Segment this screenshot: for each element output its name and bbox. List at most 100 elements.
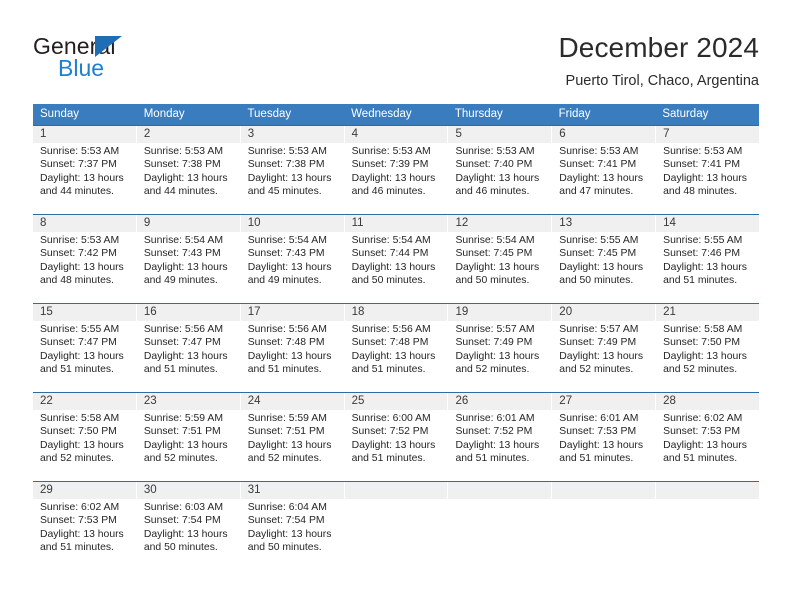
calendar-day-cell[interactable]: 4 Sunrise: 5:53 AM Sunset: 7:39 PM Daylight… [345,126,449,214]
sunrise-time: Sunrise: 6:00 AM [351,413,431,424]
calendar-day-cell[interactable]: 18 Sunrise: 5:56 AM Sunset: 7:48 PM Dayligh… [345,304,449,392]
calendar-day-cell-empty [448,482,553,571]
daylight-duration-line2: and 50 minutes. [455,275,530,287]
sunrise-time: Sunrise: 5:55 AM [663,235,743,246]
sunset-time: Sunset: 7:51 PM [143,426,221,438]
sunset-time: Sunset: 7:48 PM [247,337,325,349]
day-number: 4 [351,128,358,140]
sunrise-time: Sunrise: 5:56 AM [351,324,431,335]
day-number: 12 [455,217,469,229]
day-sun-info: Sunrise: 5:53 AM Sunset: 7:42 PM Daylight:… [40,234,130,288]
calendar-day-cell[interactable]: 8 Sunrise: 5:53 AM Sunset: 7:42 PM Daylight… [33,215,137,303]
day-sun-info: Sunrise: 5:53 AM Sunset: 7:40 PM Daylight:… [455,145,545,199]
sunset-time: Sunset: 7:54 PM [247,515,325,527]
daylight-duration-line1: Daylight: 13 hours [40,528,124,540]
calendar-day-cell-empty [552,482,657,571]
day-sun-info: Sunrise: 5:57 AM Sunset: 7:49 PM Daylight:… [455,323,545,377]
day-number: 2 [143,128,151,140]
calendar-day-cell[interactable]: 19 Sunrise: 5:57 AM Sunset: 7:49 PM Dayligh… [448,304,553,392]
weekday-header-thursday: Thursday [454,108,503,120]
calendar-day-cell[interactable]: 9 Sunrise: 5:54 AM Sunset: 7:43 PM Daylight… [137,215,241,303]
daylight-duration-line1: Daylight: 13 hours [143,528,228,540]
day-sun-info: Sunrise: 5:53 AM Sunset: 7:41 PM Daylight:… [559,145,649,199]
day-number: 17 [247,306,261,318]
day-number: 13 [559,217,573,229]
daylight-duration-line2: and 45 minutes. [247,186,322,198]
calendar-day-cell[interactable]: 27 Sunrise: 6:01 AM Sunset: 7:53 PM Dayligh… [552,393,657,481]
day-sun-info: Sunrise: 6:02 AM Sunset: 7:53 PM Daylight:… [663,412,753,466]
day-number: 25 [351,395,365,407]
sunrise-time: Sunrise: 5:56 AM [143,324,223,335]
calendar-day-cell[interactable]: 20 Sunrise: 5:57 AM Sunset: 7:49 PM Dayligh… [552,304,657,392]
sunrise-time: Sunrise: 6:02 AM [40,502,120,513]
calendar-day-cell[interactable]: 30 Sunrise: 6:03 AM Sunset: 7:54 PM Dayligh… [137,482,241,571]
daylight-duration-line2: and 49 minutes. [143,275,218,287]
day-number: 3 [247,128,255,140]
calendar-day-cell[interactable]: 10 Sunrise: 5:54 AM Sunset: 7:43 PM Dayligh… [241,215,345,303]
daylight-duration-line2: and 49 minutes. [247,275,322,287]
calendar-day-cell[interactable]: 25 Sunrise: 6:00 AM Sunset: 7:52 PM Dayligh… [345,393,449,481]
calendar-day-cell[interactable]: 29 Sunrise: 6:02 AM Sunset: 7:53 PM Dayligh… [33,482,137,571]
day-number: 24 [247,395,261,407]
calendar-day-cell[interactable]: 24 Sunrise: 5:59 AM Sunset: 7:51 PM Dayligh… [241,393,345,481]
title-block: December 2024 Puerto Tirol, Chaco, Argen… [239,30,759,92]
sunset-time: Sunset: 7:52 PM [455,426,533,438]
daylight-duration-line2: and 52 minutes. [247,453,322,465]
calendar-week-row: 15 Sunrise: 5:55 AM Sunset: 7:47 PM Dayligh… [33,303,759,392]
calendar-day-cell[interactable]: 16 Sunrise: 5:56 AM Sunset: 7:47 PM Dayligh… [137,304,241,392]
daylight-duration-line2: and 51 minutes. [455,453,530,465]
daylight-duration-line2: and 52 minutes. [143,453,218,465]
daylight-duration-line1: Daylight: 13 hours [559,261,644,273]
calendar-day-cell-empty [345,482,449,571]
sunrise-time: Sunrise: 6:04 AM [247,502,327,513]
day-number: 23 [143,395,157,407]
calendar-day-cell[interactable]: 12 Sunrise: 5:54 AM Sunset: 7:45 PM Dayligh… [448,215,553,303]
sunset-time: Sunset: 7:41 PM [559,159,637,171]
calendar-week-row: 1 Sunrise: 5:53 AM Sunset: 7:37 PM Daylight… [33,125,759,214]
daylight-duration-line1: Daylight: 13 hours [663,172,747,184]
calendar-day-cell[interactable]: 22 Sunrise: 5:58 AM Sunset: 7:50 PM Dayligh… [33,393,137,481]
calendar-day-cell[interactable]: 1 Sunrise: 5:53 AM Sunset: 7:37 PM Daylight… [33,126,137,214]
calendar-day-cell[interactable]: 13 Sunrise: 5:55 AM Sunset: 7:45 PM Dayligh… [552,215,657,303]
calendar-day-cell[interactable]: 3 Sunrise: 5:53 AM Sunset: 7:38 PM Daylight… [241,126,345,214]
calendar-day-cell[interactable]: 21 Sunrise: 5:58 AM Sunset: 7:50 PM Dayligh… [656,304,759,392]
daylight-duration-line1: Daylight: 13 hours [247,528,332,540]
day-sun-info: Sunrise: 5:53 AM Sunset: 7:41 PM Daylight:… [663,145,753,199]
calendar-day-cell[interactable]: 17 Sunrise: 5:56 AM Sunset: 7:48 PM Dayligh… [241,304,345,392]
sunrise-time: Sunrise: 5:53 AM [351,146,431,157]
calendar-day-cell[interactable]: 2 Sunrise: 5:53 AM Sunset: 7:38 PM Daylight… [137,126,241,214]
sunset-time: Sunset: 7:47 PM [40,337,117,349]
calendar-day-cell[interactable]: 11 Sunrise: 5:54 AM Sunset: 7:44 PM Dayligh… [345,215,449,303]
calendar-day-cell[interactable]: 7 Sunrise: 5:53 AM Sunset: 7:41 PM Daylight… [656,126,759,214]
daylight-duration-line2: and 52 minutes. [455,364,530,376]
weekday-header-monday: Monday [143,108,185,120]
calendar-grid: Sunday Monday Tuesday Wednesday Thursday… [33,104,759,571]
sunset-time: Sunset: 7:51 PM [247,426,325,438]
day-sun-info: Sunrise: 5:55 AM Sunset: 7:47 PM Daylight:… [40,323,130,377]
calendar-day-cell[interactable]: 23 Sunrise: 5:59 AM Sunset: 7:51 PM Dayligh… [137,393,241,481]
daylight-duration-line1: Daylight: 13 hours [40,350,124,362]
day-sun-info: Sunrise: 5:55 AM Sunset: 7:45 PM Daylight:… [559,234,649,288]
calendar-day-cell[interactable]: 6 Sunrise: 5:53 AM Sunset: 7:41 PM Daylight… [552,126,657,214]
sunrise-time: Sunrise: 5:53 AM [40,235,120,246]
sunset-time: Sunset: 7:54 PM [143,515,221,527]
calendar-day-cell[interactable]: 15 Sunrise: 5:55 AM Sunset: 7:47 PM Dayligh… [33,304,137,392]
calendar-day-cell[interactable]: 31 Sunrise: 6:04 AM Sunset: 7:54 PM Dayligh… [241,482,345,571]
calendar-day-cell[interactable]: 5 Sunrise: 5:53 AM Sunset: 7:40 PM Daylight… [448,126,553,214]
weekday-header-wednesday: Wednesday [351,108,412,120]
daylight-duration-line1: Daylight: 13 hours [351,261,436,273]
weekday-header-friday: Friday [558,108,591,120]
day-number: 18 [351,306,365,318]
daylight-duration-line2: and 50 minutes. [247,542,322,554]
daylight-duration-line1: Daylight: 13 hours [559,439,644,451]
daylight-duration-line1: Daylight: 13 hours [351,350,436,362]
daylight-duration-line2: and 46 minutes. [455,186,530,198]
sunset-time: Sunset: 7:50 PM [663,337,740,349]
general-blue-logo[interactable]: General Blue [33,34,233,92]
calendar-day-cell[interactable]: 14 Sunrise: 5:55 AM Sunset: 7:46 PM Dayligh… [656,215,759,303]
day-sun-info: Sunrise: 5:54 AM Sunset: 7:43 PM Daylight:… [248,234,338,288]
daylight-duration-line2: and 46 minutes. [351,186,426,198]
sunrise-time: Sunrise: 5:56 AM [247,324,327,335]
calendar-day-cell[interactable]: 26 Sunrise: 6:01 AM Sunset: 7:52 PM Dayligh… [448,393,553,481]
calendar-day-cell[interactable]: 28 Sunrise: 6:02 AM Sunset: 7:53 PM Dayligh… [656,393,759,481]
